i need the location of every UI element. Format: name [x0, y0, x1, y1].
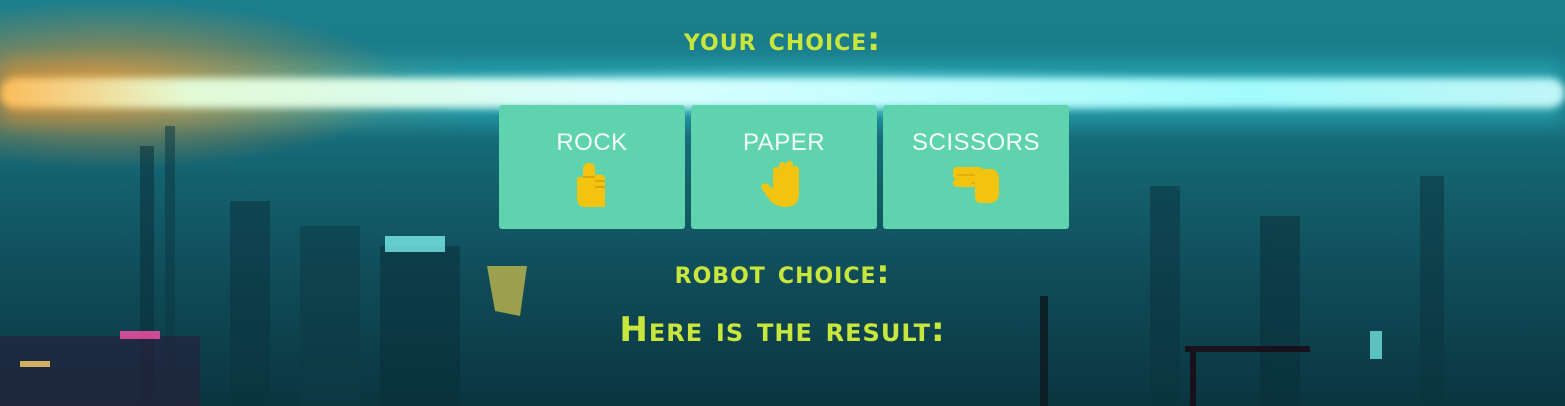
pointing-hand-icon — [953, 167, 999, 203]
paper-label: PAPER — [742, 129, 826, 156]
rock-button[interactable]: ROCK — [499, 105, 685, 229]
robot-choice-heading: robot choice: — [674, 253, 891, 291]
raised-hand-icon — [761, 161, 799, 207]
neon-light-beam — [0, 78, 1565, 108]
scissors-button[interactable]: SCISSORS — [883, 105, 1069, 229]
scissors-label: SCISSORS — [911, 129, 1041, 156]
paper-button[interactable]: PAPER — [691, 105, 877, 229]
choice-buttons: ROCK PAPER SCISSORS — [499, 105, 1069, 229]
result-heading: Here is the result: — [619, 310, 946, 350]
your-choice-heading: your choice: — [683, 20, 882, 58]
rock-label: ROCK — [556, 129, 628, 156]
raised-fist-icon — [577, 163, 605, 207]
